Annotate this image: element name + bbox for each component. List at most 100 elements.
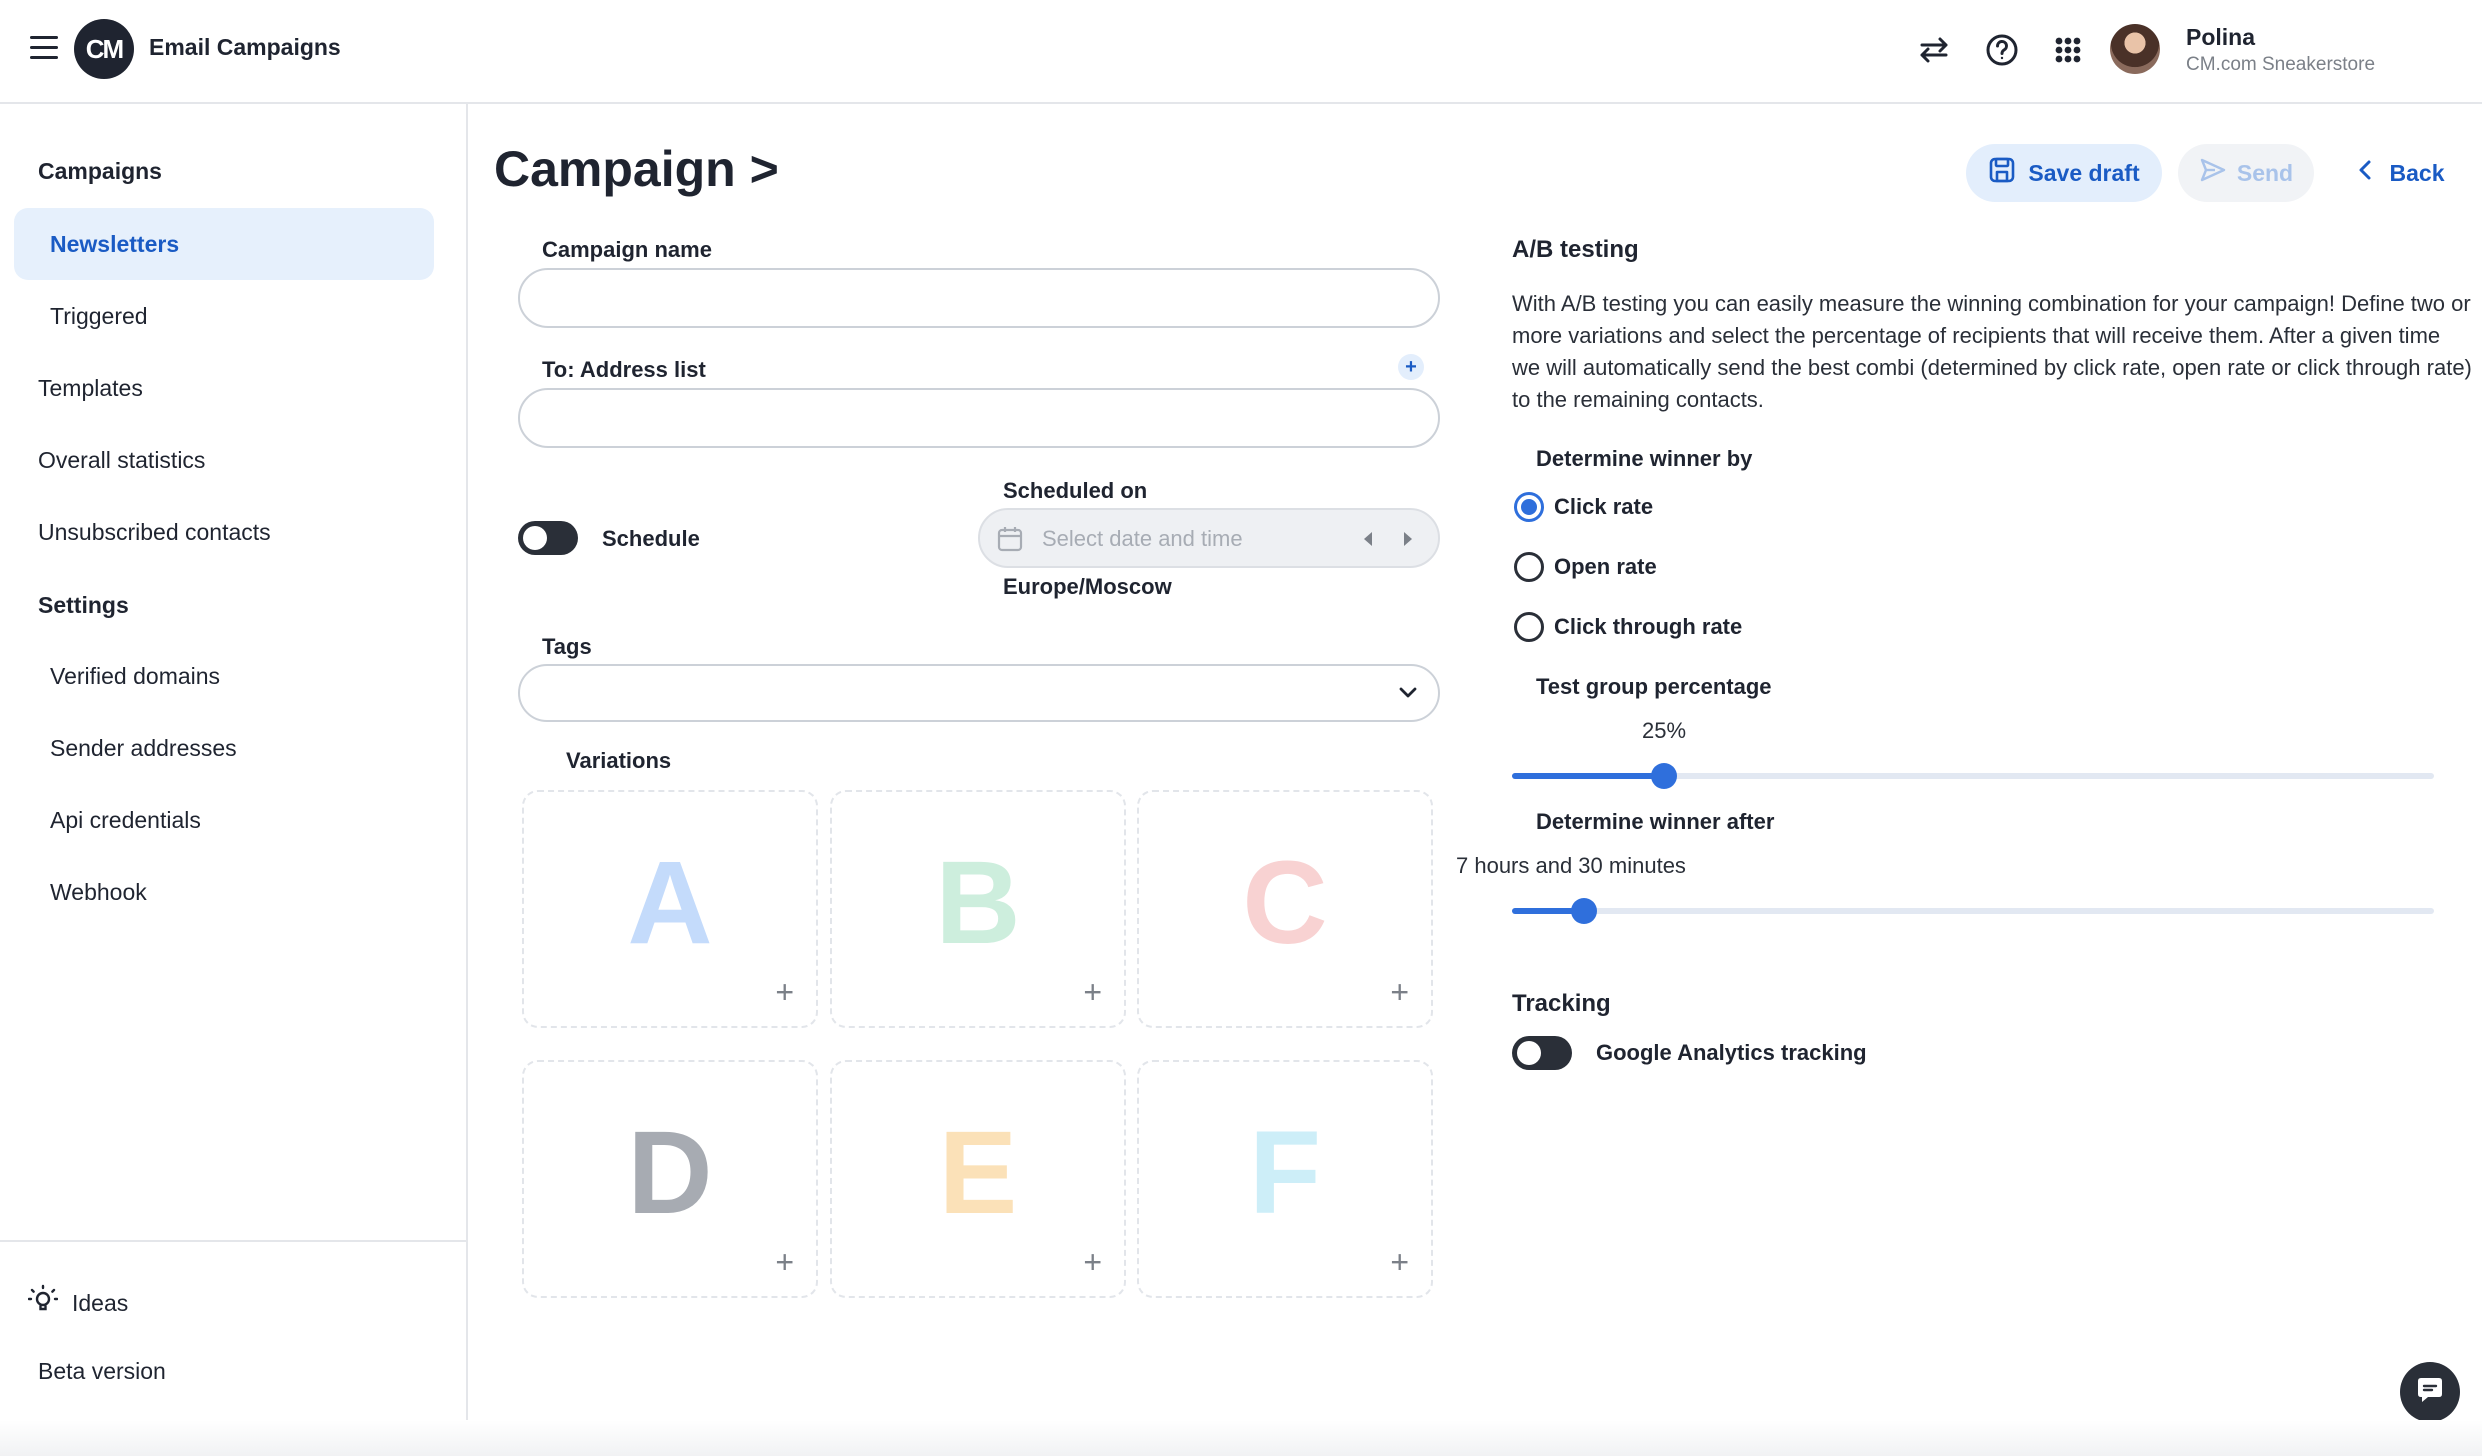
lightbulb-icon (27, 1284, 59, 1322)
user-organization: CM.com Sneakerstore (2186, 54, 2376, 75)
schedule-toggle[interactable] (518, 521, 578, 555)
sidebar-item-verified-domains[interactable]: Verified domains (14, 640, 434, 712)
sidebar-divider (0, 1240, 466, 1242)
google-analytics-toggle[interactable] (1512, 1036, 1572, 1070)
add-icon[interactable]: + (1083, 976, 1102, 1008)
sidebar-item-label: Newsletters (50, 230, 180, 257)
sidebar: Campaigns Newsletters Triggered Template… (0, 104, 468, 1456)
variation-letter: B (935, 837, 1021, 969)
tags-label: Tags (542, 634, 592, 659)
radio-label-open-rate[interactable]: Open rate (1554, 554, 1657, 580)
sidebar-item-label: Templates (38, 374, 143, 401)
scheduled-on-label: Scheduled on (1003, 478, 1148, 503)
menu-icon[interactable] (30, 36, 58, 60)
slider-thumb[interactable] (1651, 763, 1678, 789)
radio-label-click-through-rate[interactable]: Click through rate (1554, 614, 1742, 640)
determine-winner-by-label: Determine winner by (1536, 446, 1753, 471)
radio-open-rate[interactable] (1514, 552, 1544, 582)
test-group-percentage-label: Test group percentage (1536, 674, 1772, 699)
apps-grid-icon[interactable] (2048, 30, 2088, 70)
determine-winner-after-label: Determine winner after (1536, 809, 1775, 834)
save-icon (1988, 156, 2016, 190)
variation-card-a[interactable]: A + (522, 790, 818, 1028)
variations-label: Variations (566, 748, 672, 773)
bottom-fade (0, 1420, 2482, 1456)
add-icon[interactable]: + (775, 976, 794, 1008)
avatar[interactable] (2110, 24, 2160, 74)
sidebar-item-unsubscribed-contacts[interactable]: Unsubscribed contacts (14, 496, 434, 568)
add-icon[interactable]: + (1390, 976, 1409, 1008)
send-button[interactable]: Send (2178, 144, 2314, 202)
winner-after-value: 7 hours and 30 minutes (1456, 853, 1686, 878)
calendar-icon (996, 525, 1024, 558)
variation-letter: A (627, 837, 713, 969)
add-icon[interactable]: + (1390, 1246, 1409, 1278)
ab-testing-description: With A/B testing you can easily measure … (1512, 291, 2472, 412)
sidebar-item-label: Overall statistics (38, 446, 206, 473)
sidebar-item-ideas[interactable]: Ideas (27, 1284, 129, 1322)
variation-card-e[interactable]: E + (830, 1060, 1126, 1298)
test-group-slider[interactable] (1512, 763, 2434, 789)
send-icon (2199, 156, 2227, 190)
slider-thumb[interactable] (1570, 898, 1597, 924)
radio-click-rate[interactable] (1514, 492, 1544, 522)
switch-icon[interactable] (1914, 30, 1954, 70)
timezone-label: Europe/Moscow (1003, 574, 1172, 599)
schedule-label: Schedule (602, 526, 700, 551)
sidebar-item-sender-addresses[interactable]: Sender addresses (14, 712, 434, 784)
variation-card-c[interactable]: C + (1137, 790, 1433, 1028)
variation-card-f[interactable]: F + (1137, 1060, 1433, 1298)
caret-right-icon[interactable] (1401, 529, 1415, 554)
save-draft-button[interactable]: Save draft (1966, 144, 2162, 202)
date-placeholder: Select date and time (1042, 526, 1243, 551)
campaign-name-input[interactable] (518, 268, 1440, 328)
app-title: Email Campaigns (149, 34, 341, 60)
sidebar-item-overall-statistics[interactable]: Overall statistics (14, 424, 434, 496)
sidebar-item-label: Triggered (50, 302, 148, 329)
add-icon[interactable]: + (775, 1246, 794, 1278)
address-list-label: To: Address list (542, 357, 706, 382)
schedule-date-input[interactable]: Select date and time (978, 508, 1440, 568)
sidebar-heading-settings[interactable]: Settings (38, 592, 129, 619)
variation-letter: E (938, 1107, 1018, 1239)
variation-letter: C (1242, 837, 1328, 969)
sidebar-item-templates[interactable]: Templates (14, 352, 434, 424)
add-address-list-icon[interactable]: + (1398, 354, 1424, 380)
slider-fill (1512, 773, 1665, 779)
sidebar-heading-campaigns[interactable]: Campaigns (38, 158, 162, 185)
add-icon[interactable]: + (1083, 1246, 1102, 1278)
sidebar-item-triggered[interactable]: Triggered (14, 280, 434, 352)
variation-card-d[interactable]: D + (522, 1060, 818, 1298)
top-bar: CM Email Campaigns Polina CM.com Sneaker… (0, 0, 2482, 104)
google-analytics-label: Google Analytics tracking (1596, 1040, 1867, 1065)
sidebar-item-label: Sender addresses (50, 734, 237, 761)
sidebar-item-beta-version[interactable]: Beta version (38, 1358, 166, 1385)
sidebar-item-label: Unsubscribed contacts (38, 518, 271, 545)
test-group-value: 25% (1642, 718, 1687, 743)
radio-label-click-rate[interactable]: Click rate (1554, 494, 1653, 520)
sidebar-item-api-credentials[interactable]: Api credentials (14, 784, 434, 856)
chat-button[interactable] (2400, 1362, 2460, 1422)
chevron-left-icon (2358, 159, 2372, 187)
sidebar-item-label: Webhook (50, 878, 147, 905)
user-name[interactable]: Polina (2186, 24, 2255, 51)
chevron-down-icon (1396, 680, 1420, 709)
sidebar-item-newsletters[interactable]: Newsletters (14, 208, 434, 280)
sidebar-item-label: Api credentials (50, 806, 201, 833)
help-icon[interactable] (1982, 30, 2022, 70)
cm-logo[interactable]: CM (74, 19, 134, 79)
sidebar-item-label: Verified domains (50, 662, 221, 689)
tracking-title: Tracking (1512, 990, 1611, 1017)
variation-letter: D (627, 1107, 713, 1239)
chat-icon (2414, 1375, 2446, 1410)
variation-card-b[interactable]: B + (830, 790, 1126, 1028)
sidebar-item-label: Ideas (72, 1289, 129, 1316)
send-label: Send (2236, 159, 2294, 186)
sidebar-item-webhook[interactable]: Webhook (14, 856, 434, 928)
caret-left-icon[interactable] (1361, 529, 1375, 554)
address-list-input[interactable] (518, 388, 1440, 448)
back-button[interactable]: Back (2348, 144, 2454, 202)
tags-select[interactable] (518, 664, 1440, 722)
radio-click-through-rate[interactable] (1514, 612, 1544, 642)
winner-after-slider[interactable] (1512, 898, 2434, 924)
